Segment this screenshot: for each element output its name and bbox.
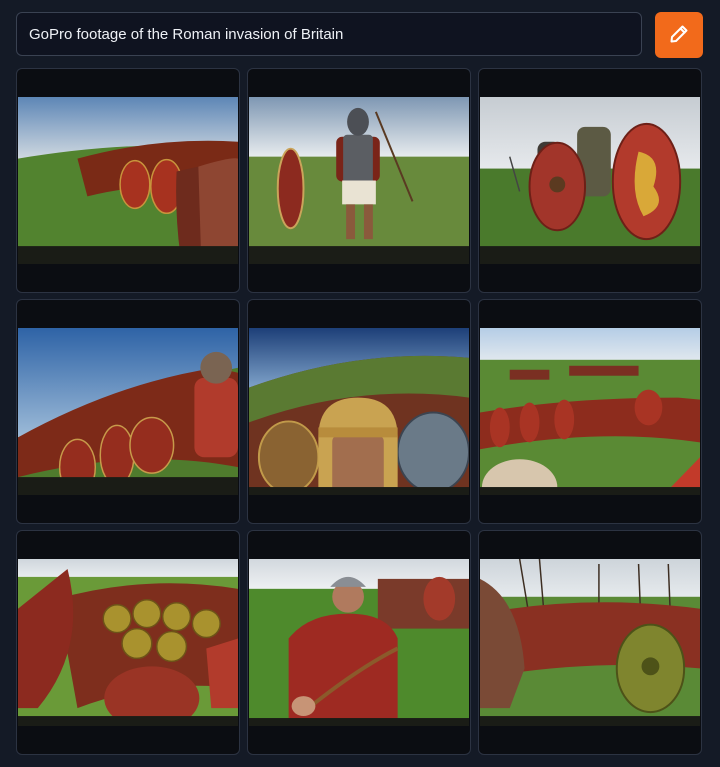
result-photo xyxy=(18,559,238,726)
result-image-2[interactable] xyxy=(247,68,471,293)
generate-button[interactable] xyxy=(655,12,703,58)
pencil-icon xyxy=(667,22,691,49)
result-image-4[interactable] xyxy=(16,299,240,524)
result-photo xyxy=(249,328,469,495)
result-photo xyxy=(18,328,238,495)
result-image-3[interactable] xyxy=(478,68,702,293)
result-image-5[interactable] xyxy=(247,299,471,524)
prompt-text: GoPro footage of the Roman invasion of B… xyxy=(29,25,344,43)
result-photo xyxy=(249,97,469,264)
prompt-input[interactable]: GoPro footage of the Roman invasion of B… xyxy=(16,12,642,56)
results-grid xyxy=(16,68,702,755)
image-generator: GoPro footage of the Roman invasion of B… xyxy=(0,0,720,767)
result-image-6[interactable] xyxy=(478,299,702,524)
result-photo xyxy=(249,559,469,726)
result-photo xyxy=(480,328,700,495)
result-photo xyxy=(480,97,700,264)
result-image-7[interactable] xyxy=(16,530,240,755)
result-image-1[interactable] xyxy=(16,68,240,293)
result-image-8[interactable] xyxy=(247,530,471,755)
result-photo xyxy=(18,97,238,264)
result-image-9[interactable] xyxy=(478,530,702,755)
result-photo xyxy=(480,559,700,726)
